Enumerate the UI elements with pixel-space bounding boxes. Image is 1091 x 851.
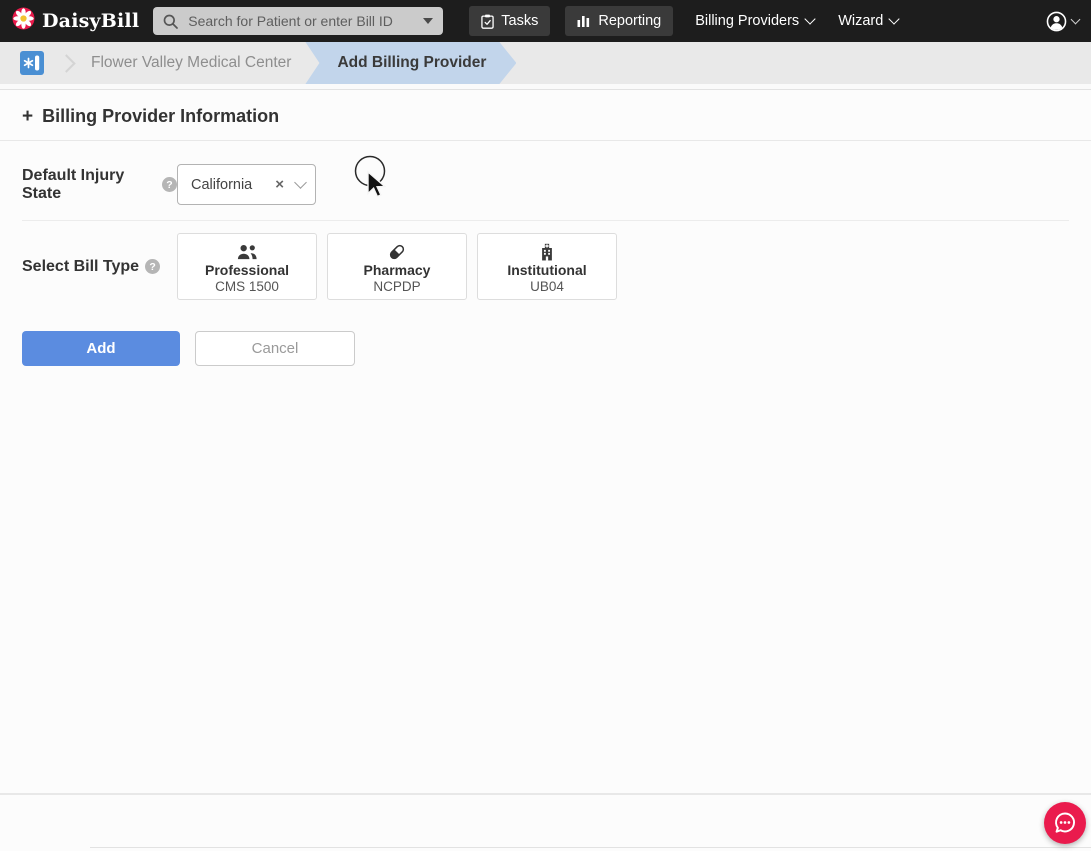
bill-type-card-professional[interactable]: Professional CMS 1500 <box>177 233 317 300</box>
wizard-label: Wizard <box>838 13 884 29</box>
bill-type-card-institutional[interactable]: Institutional UB04 <box>477 233 617 300</box>
reporting-label: Reporting <box>598 13 662 29</box>
footer-divider <box>0 793 1091 795</box>
bill-type-title: Professional <box>204 262 290 278</box>
help-icon[interactable]: ? <box>145 259 161 274</box>
hospital-icon <box>539 243 555 261</box>
injury-state-select[interactable]: California × <box>177 164 316 205</box>
bill-type-subtitle: NCPDP <box>373 279 421 294</box>
search-dropdown-caret-icon[interactable] <box>423 18 434 24</box>
add-button[interactable]: Add <box>22 331 180 366</box>
user-menu[interactable] <box>1046 11 1081 32</box>
plus-icon: + <box>22 106 34 127</box>
tasks-label: Tasks <box>501 13 539 29</box>
billing-providers-label: Billing Providers <box>695 13 800 29</box>
top-navigation: DaisyBill Tasks Reporting Billing Provid… <box>0 0 1091 42</box>
chat-support-button[interactable] <box>1044 802 1086 844</box>
bill-type-title: Pharmacy <box>363 262 431 278</box>
tasks-button[interactable]: Tasks <box>469 6 551 36</box>
main-content: + Billing Provider Information Default I… <box>0 90 1091 366</box>
breadcrumb-item-current: Add Billing Provider <box>305 42 516 84</box>
chevron-down-icon <box>888 13 900 25</box>
bill-type-subtitle: CMS 1500 <box>215 279 279 294</box>
breadcrumb: Flower Valley Medical Center Add Billing… <box>0 42 1091 84</box>
injury-state-label-text: Default Injury State <box>22 166 125 202</box>
form-actions: Add Cancel <box>22 331 1069 366</box>
bill-type-title: Institutional <box>507 262 587 278</box>
clear-selection-icon[interactable]: × <box>275 177 284 192</box>
chevron-down-icon <box>804 13 816 25</box>
app-icon[interactable] <box>20 51 44 75</box>
search-box[interactable] <box>153 7 444 35</box>
chat-bubble-icon <box>1052 810 1078 836</box>
chevron-down-icon <box>1070 14 1081 24</box>
pill-icon <box>387 243 407 261</box>
injury-state-value: California <box>191 176 253 193</box>
logo[interactable]: DaisyBill <box>12 7 139 35</box>
screen: DaisyBill Tasks Reporting Billing Provid… <box>0 0 1091 851</box>
bill-type-label: Select Bill Type ? <box>22 258 177 276</box>
bill-type-card-pharmacy[interactable]: Pharmacy NCPDP <box>327 233 467 300</box>
logo-text: DaisyBill <box>42 10 140 32</box>
daisy-logo-icon <box>12 7 35 35</box>
user-avatar-icon <box>1046 11 1067 32</box>
help-icon[interactable]: ? <box>162 177 177 192</box>
reporting-button[interactable]: Reporting <box>565 6 674 36</box>
bill-type-cards: Professional CMS 1500 Pharmacy NCPDP Ins… <box>177 233 617 300</box>
wizard-menu[interactable]: Wizard <box>838 13 900 29</box>
breadcrumb-separator-icon <box>57 53 76 73</box>
bill-type-subtitle: UB04 <box>530 279 564 294</box>
search-input[interactable] <box>186 12 416 30</box>
section-header: + Billing Provider Information <box>0 90 1091 141</box>
cancel-button[interactable]: Cancel <box>195 331 355 366</box>
page-title: Billing Provider Information <box>42 106 280 126</box>
people-icon <box>236 243 259 261</box>
bottom-divider <box>90 847 1091 848</box>
billing-providers-menu[interactable]: Billing Providers <box>695 13 816 29</box>
bar-chart-icon <box>577 15 591 27</box>
clipboard-icon <box>481 14 494 29</box>
bill-type-label-text: Select Bill Type <box>22 257 140 275</box>
injury-state-row: Default Injury State ? California × <box>22 164 1069 205</box>
chevron-down-icon[interactable] <box>294 176 307 189</box>
injury-state-label: Default Injury State ? <box>22 167 177 203</box>
bill-type-row: Select Bill Type ? Professional CMS 1500… <box>22 220 1069 300</box>
breadcrumb-item-facility[interactable]: Flower Valley Medical Center <box>91 54 291 72</box>
search-icon <box>163 14 179 29</box>
